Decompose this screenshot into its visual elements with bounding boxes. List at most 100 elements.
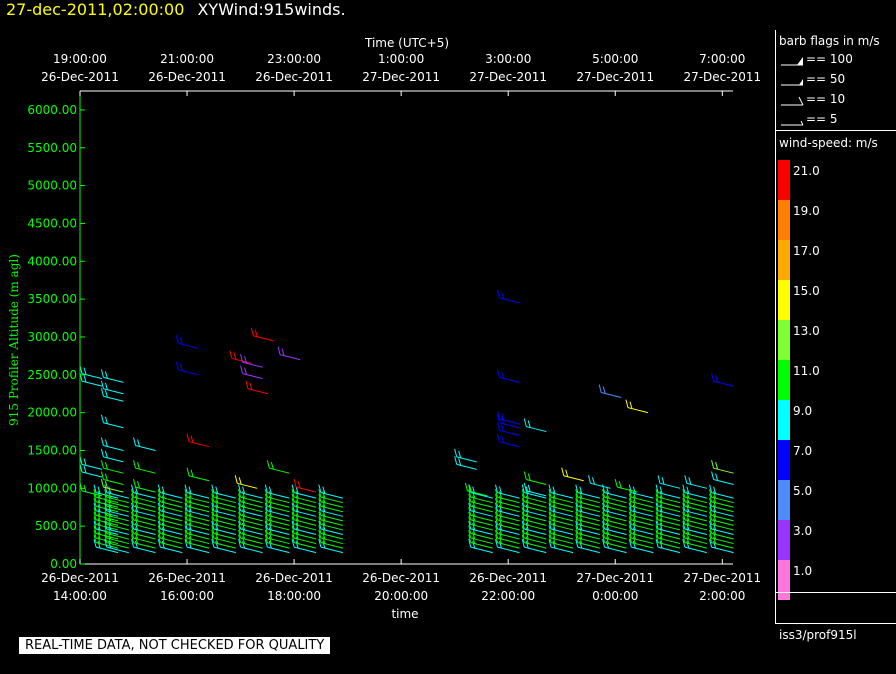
colorbar-swatch xyxy=(778,320,790,360)
y-tick-label: 6000.00 xyxy=(27,103,77,117)
wind-barb xyxy=(100,369,124,383)
colorbar-label: 13.0 xyxy=(793,324,820,338)
wind-barb xyxy=(245,380,269,395)
colorbar-label: 21.0 xyxy=(793,164,820,178)
bottom-tick-time: 22:00:00 xyxy=(481,589,535,603)
y-tick-label: 3500.00 xyxy=(27,292,77,306)
barb-flag-row: == 50 xyxy=(779,72,889,88)
y-tick-label: 3000.00 xyxy=(27,330,77,344)
bottom-tick-time: 20:00:00 xyxy=(374,589,428,603)
wind-barb xyxy=(709,539,734,554)
bottom-tick-time: 2:00:00 xyxy=(699,589,745,603)
colorbar-label: 9.0 xyxy=(793,404,813,418)
bottom-tick-date: 26-Dec-2011 xyxy=(255,571,333,585)
colorbar-swatch xyxy=(778,400,790,440)
wind-barb xyxy=(175,361,199,376)
top-tick-time: 19:00:00 xyxy=(53,52,107,66)
colorbar-swatch xyxy=(778,440,790,480)
barb-flag-glyph xyxy=(781,120,804,126)
wind-barb xyxy=(100,380,124,395)
wind-barb xyxy=(497,369,520,383)
colorbar-label: 7.0 xyxy=(793,444,813,458)
barb-flag-row: == 100 xyxy=(779,52,889,68)
wind-barb xyxy=(133,460,156,474)
colorbar-swatch xyxy=(778,200,790,240)
y-tick-label: 0.00 xyxy=(50,557,77,571)
bottom-tick-time: 14:00:00 xyxy=(53,589,107,603)
top-tick-date: 27-Dec-2011 xyxy=(362,70,440,84)
wind-barb xyxy=(266,460,290,474)
bottom-tick-time: 0:00:00 xyxy=(592,589,638,603)
top-tick-date: 26-Dec-2011 xyxy=(255,70,333,84)
wind-profile-chart: 19:00:00 26-Dec-2011 21:00:00 26-Dec-2011 23… xyxy=(7,36,761,621)
y-tick-label: 1000.00 xyxy=(27,481,77,495)
wind-barb xyxy=(133,437,156,451)
wind-barb xyxy=(175,335,199,349)
wind-barb xyxy=(100,414,124,429)
wind-barb xyxy=(598,384,622,398)
top-tick-date: 27-Dec-2011 xyxy=(469,70,547,84)
colorbar-label: 1.0 xyxy=(793,564,813,578)
wind-barb xyxy=(100,471,124,486)
wind-barb xyxy=(711,471,734,486)
barb-flag-label: == 10 xyxy=(806,92,846,106)
wind-barb xyxy=(561,467,584,482)
bottom-tick-date: 27-Dec-2011 xyxy=(576,571,654,585)
wind-barb xyxy=(100,388,124,402)
quality-notice: REAL-TIME DATA, NOT CHECKED FOR QUALITY xyxy=(19,637,331,654)
barb-flag-label: == 100 xyxy=(806,52,853,66)
top-axis-label: Time (UTC+5) xyxy=(364,36,449,50)
wind-barb xyxy=(250,327,274,342)
top-tick-time: 1:00:00 xyxy=(378,52,424,66)
y-axis-label: 915 Profiler Altitude (m agl) xyxy=(7,254,21,426)
wind-barb xyxy=(684,475,707,489)
y-tick-label: 500.00 xyxy=(35,519,77,533)
colorbar-label: 5.0 xyxy=(793,484,813,498)
wind-barb xyxy=(602,539,627,554)
colorbar-swatch xyxy=(778,520,790,560)
wind-barb xyxy=(497,289,520,304)
wind-barb xyxy=(264,539,290,554)
top-tick-date: 26-Dec-2011 xyxy=(148,70,226,84)
wind-barb xyxy=(523,418,547,433)
wind-barb xyxy=(625,399,649,414)
y-tick-label: 4500.00 xyxy=(27,216,77,230)
y-tick-label: 5500.00 xyxy=(27,141,77,155)
wind-barb xyxy=(79,463,103,478)
bottom-tick-date: 26-Dec-2011 xyxy=(41,571,119,585)
wind-barb xyxy=(79,365,103,380)
legend-divider xyxy=(776,623,896,624)
wind-barb xyxy=(657,475,681,489)
colorbar-label: 15.0 xyxy=(793,284,820,298)
y-tick-label: 5000.00 xyxy=(27,179,77,193)
barb-flags-title: barb flags in m/s xyxy=(779,34,880,48)
top-tick-date: 27-Dec-2011 xyxy=(576,70,654,84)
y-tick-label: 1500.00 xyxy=(27,443,77,457)
wind-barb xyxy=(495,539,520,554)
y-tick-label: 4000.00 xyxy=(27,254,77,268)
top-tick-time: 21:00:00 xyxy=(160,52,214,66)
y-tick-label: 2000.00 xyxy=(27,406,77,420)
wind-barb xyxy=(454,448,477,463)
wind-barb xyxy=(521,539,547,554)
wind-barb xyxy=(318,539,343,554)
bottom-tick-time: 18:00:00 xyxy=(267,589,321,603)
wind-barb xyxy=(575,539,600,554)
bottom-tick-time: 16:00:00 xyxy=(160,589,214,603)
colorbar-swatch xyxy=(778,360,790,400)
colorbar-swatch xyxy=(778,560,790,600)
legend-divider xyxy=(776,130,896,131)
station-label: iss3/prof915l xyxy=(779,628,857,642)
top-tick-date: 26-Dec-2011 xyxy=(41,70,119,84)
wind-barb xyxy=(240,365,263,380)
wind-barb xyxy=(468,539,493,554)
barb-flag-glyph xyxy=(781,96,804,106)
barb-flag-glyph xyxy=(781,79,803,86)
wind-barb xyxy=(79,456,103,470)
wind-barb xyxy=(655,539,681,554)
colorbar-swatch xyxy=(778,240,790,280)
wind-barb xyxy=(238,539,263,554)
barbs-layer xyxy=(79,289,734,554)
wind-barb xyxy=(523,471,547,486)
wind-barb xyxy=(497,433,520,448)
